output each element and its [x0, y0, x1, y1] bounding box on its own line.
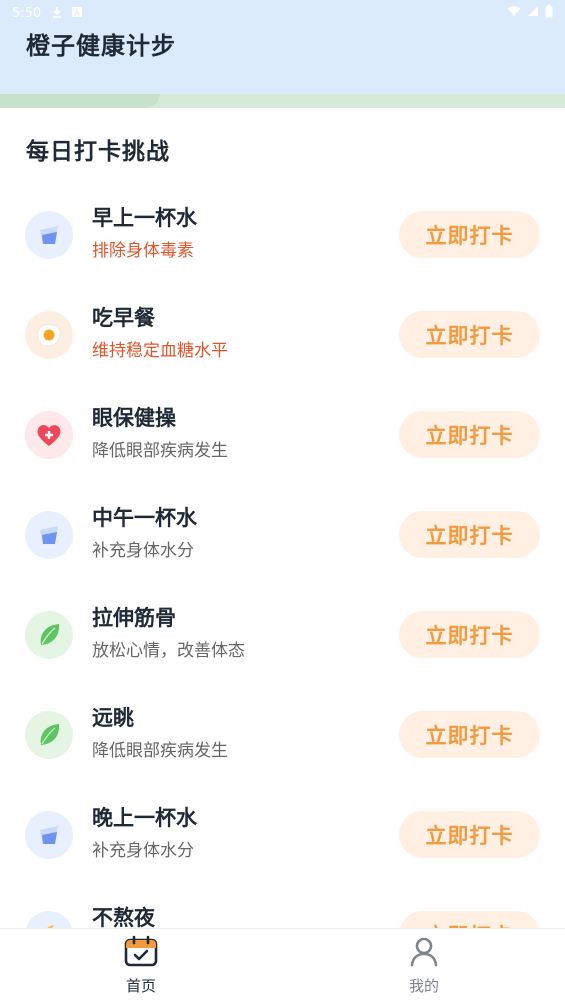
water-glass-icon — [25, 811, 73, 859]
water-glass-icon — [25, 211, 73, 259]
checkin-button[interactable]: 立即打卡 — [399, 211, 540, 258]
task-name: 中午一杯水 — [92, 506, 197, 530]
wifi-icon — [507, 5, 521, 21]
checkin-button[interactable]: 立即打卡 — [399, 711, 540, 758]
checkin-button[interactable]: 立即打卡 — [399, 611, 540, 658]
calendar-check-icon — [124, 935, 158, 971]
user-icon — [407, 935, 441, 971]
battery-icon — [545, 4, 553, 22]
status-time: 5:50 — [12, 5, 42, 21]
task-desc: 放松心情，改善体态 — [92, 641, 245, 661]
task-name: 眼保健操 — [92, 406, 176, 430]
section-title: 每日打卡挑战 — [26, 139, 170, 165]
task-name: 远眺 — [92, 706, 134, 730]
checkin-button[interactable]: 立即打卡 — [399, 511, 540, 558]
fried-egg-icon — [25, 311, 73, 359]
bottom-nav: 首页 我的 — [0, 928, 565, 1004]
task-desc: 降低眼部疾病发生 — [92, 441, 228, 461]
task-item: 眼保健操 降低眼部疾病发生 立即打卡 — [0, 384, 565, 484]
task-item: 吃早餐 维持稳定血糖水平 立即打卡 — [0, 284, 565, 384]
nav-mine[interactable]: 我的 — [384, 935, 464, 999]
water-glass-icon — [25, 511, 73, 559]
task-item: 远眺 降低眼部疾病发生 立即打卡 — [0, 684, 565, 784]
moon-icon — [25, 911, 73, 928]
task-desc: 补充身体水分 — [92, 541, 194, 561]
checkin-button[interactable]: 立即打卡 — [399, 311, 540, 358]
task-desc: 补充身体水分 — [92, 841, 194, 861]
task-item: 中午一杯水 补充身体水分 立即打卡 — [0, 484, 565, 584]
heart-plus-icon — [25, 411, 73, 459]
task-name: 拉伸筋骨 — [92, 606, 176, 630]
banner-decoration — [0, 94, 160, 108]
task-desc: 排除身体毒素 — [92, 241, 194, 261]
task-item: 晚上一杯水 补充身体水分 立即打卡 — [0, 784, 565, 884]
nav-home-label: 首页 — [125, 977, 156, 995]
task-item: 拉伸筋骨 放松心情，改善体态 立即打卡 — [0, 584, 565, 684]
task-item: 早上一杯水 排除身体毒素 立即打卡 — [0, 184, 565, 284]
task-name: 不熬夜 — [92, 906, 155, 928]
nav-mine-label: 我的 — [408, 977, 439, 995]
download-icon — [51, 6, 63, 21]
nav-home[interactable]: 首页 — [101, 935, 181, 999]
checkin-button[interactable]: 立即打卡 — [399, 911, 540, 928]
notification-a-icon: A — [71, 6, 83, 21]
status-bar: 5:50 A — [0, 0, 565, 26]
task-list: 早上一杯水 排除身体毒素 立即打卡 吃早餐 维持稳定血糖水平 立即打卡 眼保健操… — [0, 184, 565, 928]
checkin-button[interactable]: 立即打卡 — [399, 811, 540, 858]
leaf-icon — [25, 711, 73, 759]
banner-strip — [0, 94, 565, 108]
page-title: 橙子健康计步 — [26, 32, 176, 60]
task-desc: 维持稳定血糖水平 — [92, 341, 228, 361]
svg-text:A: A — [74, 8, 80, 17]
task-desc: 降低眼部疾病发生 — [92, 741, 228, 761]
leaf-icon — [25, 611, 73, 659]
task-name: 早上一杯水 — [92, 206, 197, 230]
task-name: 晚上一杯水 — [92, 806, 197, 830]
signal-icon — [527, 5, 539, 21]
task-item: 不熬夜 立即打卡 — [0, 884, 565, 928]
task-name: 吃早餐 — [92, 306, 155, 330]
checkin-button[interactable]: 立即打卡 — [399, 411, 540, 458]
